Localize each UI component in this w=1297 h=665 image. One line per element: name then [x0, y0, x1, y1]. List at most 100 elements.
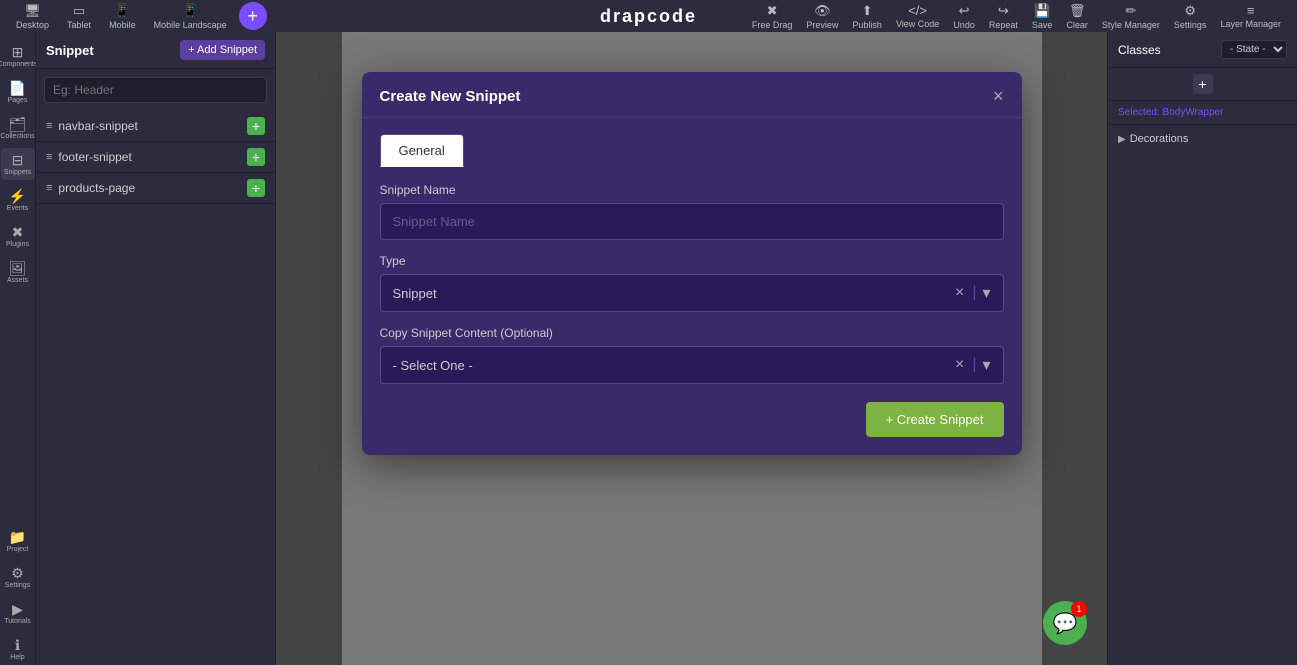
topbar-left: 🖥 Desktop ▭ Tablet 📱 Mobile 📱 Mobile Lan…	[10, 1, 267, 32]
list-icon: ≡	[46, 182, 52, 194]
left-sidebar: ⊞ Components 📄 Pages 🗂 Collections ⊟ Sni…	[0, 32, 36, 665]
repeat-icon: ↪	[998, 3, 1009, 19]
decorations-arrow-icon: ▶	[1118, 134, 1126, 145]
events-icon: ⚡	[9, 188, 26, 205]
sidebar-item-pages[interactable]: 📄 Pages	[1, 76, 35, 108]
sidebar-item-tutorials[interactable]: ▶ Tutorials	[1, 597, 35, 629]
settings-tool[interactable]: ⚙ Settings	[1168, 1, 1213, 32]
sidebar-item-assets[interactable]: 🖼 Assets	[1, 256, 35, 288]
chat-bubble-button[interactable]: 💬 1	[1043, 601, 1087, 645]
add-snippet-button[interactable]: + Add Snippet	[180, 40, 265, 60]
sidebar-item-components[interactable]: ⊞ Components	[1, 40, 35, 72]
type-select-clear-icon[interactable]: ×	[955, 284, 964, 302]
list-item[interactable]: ≡ footer-snippet +	[36, 142, 275, 173]
project-icon: 📁	[9, 529, 26, 546]
assets-icon: 🖼	[9, 260, 27, 277]
layer-manager-icon: ≡	[1247, 3, 1255, 18]
snippet-panel-title: Snippet	[46, 43, 94, 58]
snippet-add-button[interactable]: +	[247, 179, 265, 197]
copy-select-divider: |	[972, 356, 976, 374]
sidebar-item-plugins[interactable]: ✖ Plugins	[1, 220, 35, 252]
snippet-search-input[interactable]	[44, 77, 267, 103]
snippet-name-input[interactable]	[380, 203, 1004, 240]
repeat-tool[interactable]: ↪ Repeat	[983, 1, 1024, 32]
mobile-icon: 📱	[114, 3, 130, 19]
clear-tool[interactable]: 🗑 Clear	[1060, 1, 1094, 32]
snippet-add-button[interactable]: +	[247, 117, 265, 135]
modal-header: Create New Snippet ×	[362, 72, 1022, 118]
chat-badge: 1	[1071, 601, 1087, 617]
state-select[interactable]: - State -	[1221, 40, 1287, 59]
publish-tool[interactable]: ⬆ Publish	[846, 1, 888, 32]
snippet-panel-header: Snippet + Add Snippet	[36, 32, 275, 69]
selected-label: Selected:	[1118, 107, 1160, 118]
settings-icon: ⚙	[1184, 3, 1196, 19]
plugins-icon: ✖	[12, 224, 24, 241]
create-snippet-button[interactable]: + Create Snippet	[866, 402, 1004, 437]
right-panel: Classes - State - + Selected: BodyWrappe…	[1107, 32, 1297, 665]
code-icon: </>	[908, 3, 927, 18]
mobile-landscape-icon: 📱	[182, 3, 198, 19]
tablet-icon: ▭	[73, 3, 85, 19]
preview-icon: 👁	[814, 3, 831, 19]
selected-element: BodyWrapper	[1162, 107, 1223, 118]
clear-icon: 🗑	[1069, 3, 1086, 19]
plus-icon: +	[247, 6, 258, 27]
free-drag-tool[interactable]: ✖ Free Drag	[746, 1, 799, 32]
snippet-name-group: Snippet Name	[380, 183, 1004, 240]
desktop-icon: 🖥	[24, 3, 41, 19]
sidebar-item-settings[interactable]: ⚙ Settings	[1, 561, 35, 593]
snippet-add-button[interactable]: +	[247, 148, 265, 166]
undo-icon: ↩	[959, 3, 970, 19]
snippet-list: ≡ navbar-snippet + ≡ footer-snippet + ≡ …	[36, 111, 275, 204]
topbar-right: ✖ Free Drag 👁 Preview ⬆ Publish </> View…	[746, 1, 1287, 32]
add-element-button[interactable]: +	[239, 2, 267, 30]
decorations-header[interactable]: ▶ Decorations	[1118, 133, 1287, 145]
type-group: Type Snippet × | ▾	[380, 254, 1004, 312]
sidebar-item-events[interactable]: ⚡ Events	[1, 184, 35, 216]
tab-general[interactable]: General	[380, 134, 464, 167]
list-item[interactable]: ≡ navbar-snippet +	[36, 111, 275, 142]
style-manager-tool[interactable]: ✏ Style Manager	[1096, 1, 1166, 32]
snippet-panel: Snippet + Add Snippet ≡ navbar-snippet +…	[36, 32, 276, 665]
copy-snippet-label: Copy Snippet Content (Optional)	[380, 326, 1004, 340]
modal-body: General Snippet Name Type Snippet × | ▾	[362, 118, 1022, 455]
sidebar-item-project[interactable]: 📁 Project	[1, 525, 35, 557]
app-logo: drapcode	[600, 6, 697, 27]
mobile-tool[interactable]: 📱 Mobile	[103, 1, 142, 32]
desktop-tool[interactable]: 🖥 Desktop	[10, 1, 55, 32]
list-item[interactable]: ≡ products-page +	[36, 173, 275, 204]
copy-snippet-value: - Select One -	[393, 358, 955, 373]
publish-icon: ⬆	[862, 3, 873, 19]
copy-snippet-select[interactable]: - Select One - × | ▾	[380, 346, 1004, 384]
view-code-tool[interactable]: </> View Code	[890, 1, 945, 31]
tablet-tool[interactable]: ▭ Tablet	[61, 1, 97, 32]
copy-select-clear-icon[interactable]: ×	[955, 356, 964, 374]
list-icon: ≡	[46, 120, 52, 132]
modal-close-button[interactable]: ×	[993, 86, 1004, 107]
sidebar-item-collections[interactable]: 🗂 Collections	[1, 112, 35, 144]
layer-manager-tool[interactable]: ≡ Layer Manager	[1214, 1, 1287, 31]
help-icon: ℹ	[15, 637, 20, 654]
components-icon: ⊞	[12, 44, 24, 61]
list-icon: ≡	[46, 151, 52, 163]
free-drag-icon: ✖	[767, 3, 778, 19]
modal-title: Create New Snippet	[380, 88, 521, 105]
type-select[interactable]: Snippet × | ▾	[380, 274, 1004, 312]
snippet-name-label: Snippet Name	[380, 183, 1004, 197]
style-manager-icon: ✏	[1125, 3, 1136, 19]
sidebar-item-help[interactable]: ℹ Help	[1, 633, 35, 665]
copy-select-arrow-icon[interactable]: ▾	[982, 355, 990, 375]
save-tool[interactable]: 💾 Save	[1026, 1, 1059, 32]
preview-tool[interactable]: 👁 Preview	[800, 1, 844, 32]
sidebar-item-snippets[interactable]: ⊟ Snippets	[1, 148, 35, 180]
snippets-icon: ⊟	[12, 152, 24, 169]
modal-overlay: Create New Snippet × General Snippet Nam…	[276, 32, 1107, 665]
add-class-button[interactable]: +	[1193, 74, 1213, 94]
type-select-arrow-icon[interactable]: ▾	[982, 283, 990, 303]
pages-icon: 📄	[9, 80, 26, 97]
mobile-landscape-tool[interactable]: 📱 Mobile Landscape	[148, 1, 233, 32]
undo-tool[interactable]: ↩ Undo	[947, 1, 981, 32]
tutorials-icon: ▶	[12, 601, 23, 618]
topbar: 🖥 Desktop ▭ Tablet 📱 Mobile 📱 Mobile Lan…	[0, 0, 1297, 32]
